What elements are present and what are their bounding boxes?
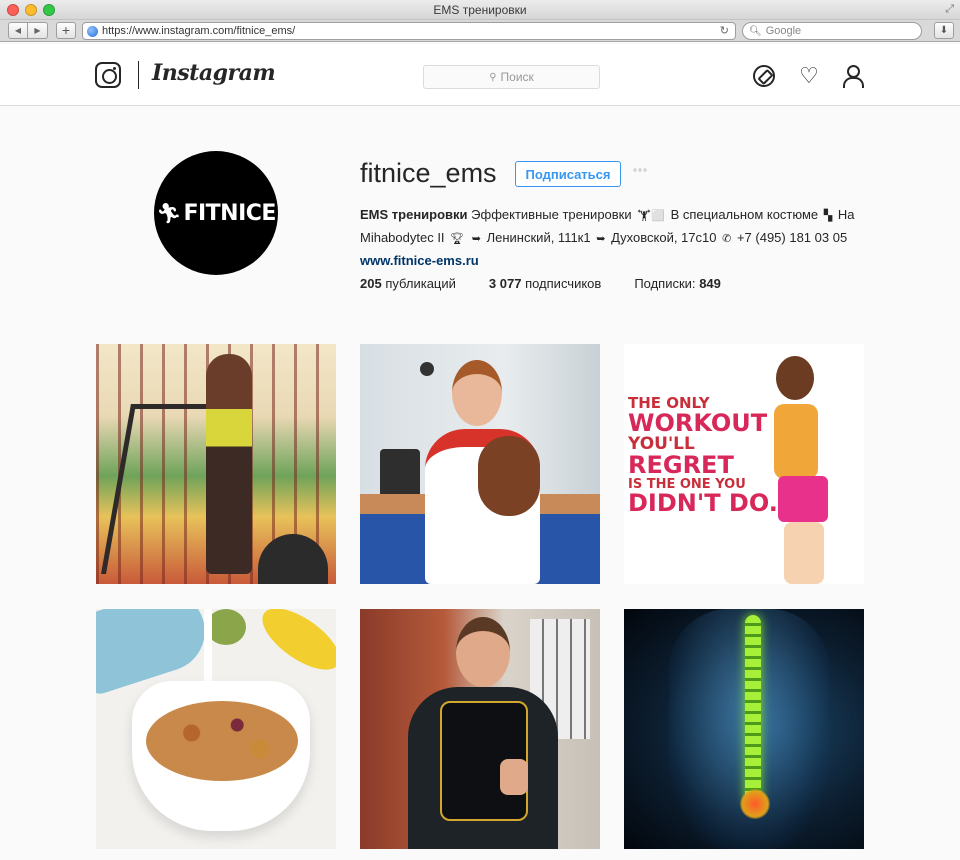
back-button[interactable]: ◀	[8, 22, 28, 39]
trophy-icon: 🏆︎	[450, 233, 465, 245]
following-label: Подписки:	[634, 276, 696, 291]
bio-address2: Духовской, 17с10	[611, 230, 717, 245]
quote-text: THE ONLY WORKOUT YOU'LL REGRET IS THE ON…	[628, 395, 778, 517]
bio-address1: Ленинский, 111к1	[486, 230, 591, 245]
search-placeholder: Поиск	[500, 70, 534, 84]
globe-icon	[87, 25, 98, 37]
bio-line1-tail: В специальном костюме	[670, 207, 819, 222]
quote-line: WORKOUT	[628, 409, 768, 438]
nav-buttons: ◀ ▶	[8, 22, 48, 39]
follow-button[interactable]: Подписаться	[515, 161, 621, 187]
downloads-button[interactable]: ⬇	[934, 22, 954, 39]
bio-line1: Эффективные тренировки	[471, 207, 632, 222]
bio-name: EMS тренировки	[360, 207, 468, 222]
address-bar-url: https://www.instagram.com/fitnice_ems/	[102, 25, 296, 37]
avatar-brand-text: FITNICE	[183, 200, 276, 226]
browser-search-field[interactable]: 🔍︎ Google	[742, 22, 922, 40]
weights-icon: 🏋︎⬜	[637, 210, 665, 222]
instagram-header: Instagram ⚲ Поиск ♡	[0, 44, 960, 106]
profile-user-icon[interactable]	[842, 65, 864, 88]
following-count: 849	[699, 276, 721, 291]
instagram-logo[interactable]: Instagram	[152, 60, 276, 86]
search-input[interactable]: ⚲ Поиск	[423, 65, 600, 89]
bio-phone: +7 (495) 181 03 05	[736, 230, 848, 245]
browser-search-placeholder: Google	[765, 25, 802, 37]
posts-grid: THE ONLY WORKOUT YOU'LL REGRET IS THE ON…	[96, 344, 865, 849]
more-options-icon[interactable]: °°°	[633, 168, 648, 179]
instagram-camera-icon[interactable]	[95, 62, 121, 88]
fullscreen-icon[interactable]: ⤢	[945, 3, 954, 16]
post-thumbnail-gym-window[interactable]	[96, 344, 336, 584]
profile-username: fitnice_ems	[360, 158, 497, 188]
browser-toolbar: ◀ ▶ + https://www.instagram.com/fitnice_…	[0, 20, 960, 42]
posts-count-stat: 205 публикаций	[360, 276, 456, 291]
bio-website-link[interactable]: www.fitnice-ems.ru	[360, 253, 479, 268]
profile-stats: 205 публикаций 3 077 подписчиков Подписк…	[360, 276, 754, 291]
posts-count: 205	[360, 276, 382, 291]
followers-count: 3 077	[488, 276, 522, 291]
post-thumbnail-ems-suit-man[interactable]	[360, 609, 600, 849]
post-thumbnail-workout-quote[interactable]: THE ONLY WORKOUT YOU'LL REGRET IS THE ON…	[624, 344, 864, 584]
window-title: EMS тренировки	[433, 3, 527, 17]
explore-compass-icon[interactable]	[753, 65, 775, 87]
quote-line: REGRET	[628, 451, 734, 480]
search-icon: 🔍︎	[749, 25, 762, 37]
arrow-icon: ➥	[471, 233, 481, 245]
search-icon: ⚲	[489, 71, 497, 83]
avatar: 🏃︎ FITNICE	[154, 151, 278, 275]
arrow-icon: ➥	[596, 233, 606, 245]
runner-icon: 🏃︎	[156, 202, 182, 225]
post-thumbnail-girl-with-dog[interactable]	[360, 344, 600, 584]
logo-divider	[138, 61, 139, 89]
posts-label: публикаций	[385, 276, 456, 291]
post-thumbnail-cereal-bowl[interactable]	[96, 609, 336, 849]
profile-bio: EMS тренировки Эффективные тренировки 🏋︎…	[360, 204, 870, 271]
window-titlebar: EMS тренировки ⤢	[0, 0, 960, 20]
phone-icon: ✆	[722, 233, 732, 245]
reload-icon[interactable]: ↻	[720, 24, 729, 37]
post-thumbnail-spine-xray[interactable]	[624, 609, 864, 849]
add-bookmark-button[interactable]: +	[56, 22, 76, 39]
address-bar[interactable]: https://www.instagram.com/fitnice_ems/ ↻	[82, 22, 736, 40]
followers-stat[interactable]: 3 077 подписчиков	[489, 276, 601, 291]
followers-label: подписчиков	[525, 276, 602, 291]
forward-button[interactable]: ▶	[28, 22, 48, 39]
suit-icon: ▚	[823, 210, 833, 222]
activity-heart-icon[interactable]: ♡	[798, 65, 820, 87]
quote-line: DIDN'T DO.	[628, 488, 778, 517]
following-stat[interactable]: Подписки: 849	[634, 276, 721, 291]
